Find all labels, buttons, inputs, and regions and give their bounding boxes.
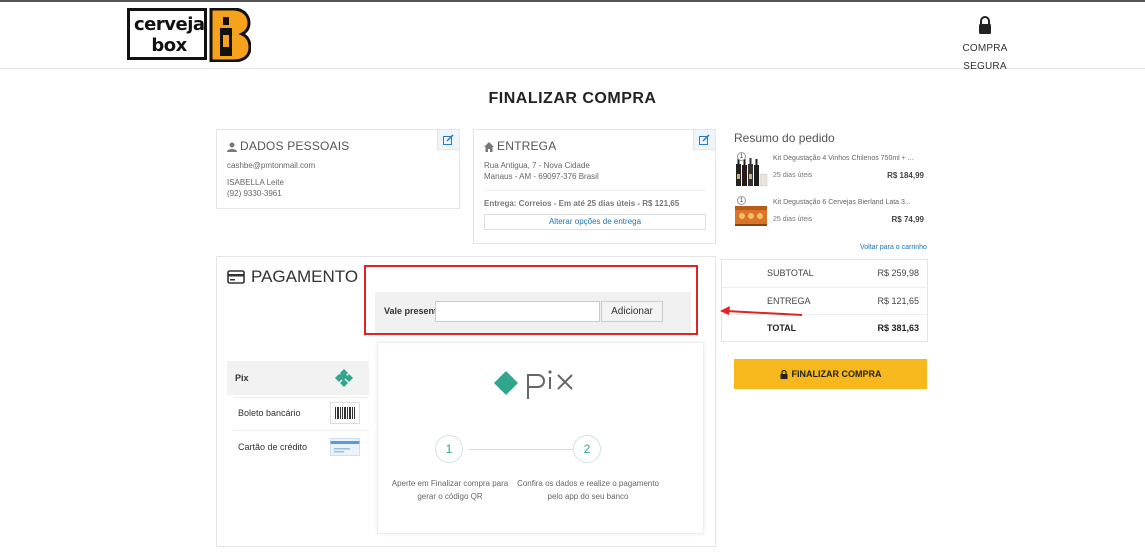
delivery-shipping: Entrega: Correios - Em até 25 dias úteis… — [484, 199, 680, 208]
edit-icon — [443, 134, 454, 145]
step-connector — [468, 449, 574, 450]
delivery-divider — [484, 190, 706, 191]
item-price: R$ 184,99 — [887, 171, 924, 180]
method-label: Boleto bancário — [238, 408, 301, 418]
delivery-title-text: ENTREGA — [497, 139, 557, 153]
subtotal-row: SUBTOTAL R$ 259,98 — [722, 260, 927, 287]
finalize-purchase-button[interactable]: FINALIZAR COMPRA — [734, 359, 927, 389]
payment-method-pix[interactable]: Pix — [227, 361, 369, 395]
payment-title-text: PAGAMENTO — [251, 267, 359, 286]
logo-b-icon — [209, 8, 251, 62]
method-label: Cartão de crédito — [238, 442, 308, 452]
credit-card-icon — [330, 436, 360, 458]
item-shipping: 25 dias úteis — [773, 172, 813, 179]
back-to-cart-link[interactable]: Voltar para o carrinho — [860, 244, 927, 251]
edit-delivery-button[interactable] — [693, 130, 715, 150]
edit-personal-button[interactable] — [437, 130, 459, 150]
order-totals: SUBTOTAL R$ 259,98 ENTREGA R$ 121,65 TOT… — [721, 259, 928, 342]
delivery-title: ENTREGA — [484, 139, 556, 153]
payment-method-credit-card[interactable]: Cartão de crédito — [227, 430, 369, 464]
order-summary-title: Resumo do pedido — [734, 131, 835, 145]
step-1-circle: 1 — [435, 435, 463, 463]
voucher-label: Vale presente — [384, 306, 443, 316]
step-2-circle: 2 — [573, 435, 601, 463]
delivery-card: ENTREGA Rua Antigua, 7 - Nova Cidade Man… — [473, 129, 716, 244]
item-qty: 1 — [737, 152, 746, 161]
step-1-text: Aperte em Finalizar compra para gerar o … — [391, 479, 509, 501]
item-name: Kit Degustação 4 Vinhos Chilenos 750ml +… — [773, 155, 914, 162]
logo-box: cerveja box — [127, 8, 207, 60]
item-price: R$ 74,99 — [891, 215, 924, 224]
subtotal-value: R$ 259,98 — [877, 268, 919, 278]
subtotal-label: SUBTOTAL — [767, 268, 814, 278]
user-icon — [227, 142, 237, 152]
method-label: Pix — [235, 373, 249, 383]
voucher-input[interactable] — [435, 301, 600, 322]
step-2-text: Confira os dados e realize o pagamento p… — [517, 479, 659, 501]
item-name: Kit Degustação 6 Cervejas Bierland Lata … — [773, 199, 911, 206]
personal-data-card: DADOS PESSOAIS cashbe@pmtonmail.com ISAB… — [216, 129, 460, 209]
personal-email: cashbe@pmtonmail.com — [227, 161, 316, 170]
home-icon — [484, 142, 494, 152]
total-row: TOTAL R$ 381,63 — [722, 314, 927, 341]
logo[interactable]: cerveja box — [127, 8, 252, 62]
personal-data-title-text: DADOS PESSOAIS — [240, 139, 350, 153]
red-arrow-annotation — [720, 306, 803, 316]
secure-purchase: COMPRA SEGURA — [940, 16, 1030, 74]
logo-line-2: box — [151, 35, 187, 56]
credit-card-icon — [227, 270, 245, 284]
lock-icon — [979, 16, 991, 34]
total-label: TOTAL — [767, 323, 797, 333]
delivery-value: R$ 121,65 — [877, 296, 919, 306]
logo-text: cerveja box — [134, 14, 205, 56]
pix-instructions-panel: 1 2 Aperte em Finalizar compra para gera… — [377, 342, 704, 534]
add-voucher-button[interactable]: Adicionar — [601, 301, 663, 322]
header: cerveja box COMPRA SEGURA — [0, 2, 1145, 72]
payment-title: PAGAMENTO — [227, 267, 358, 287]
logo-line-1: cerveja — [134, 14, 205, 35]
gift-voucher-form: Vale presente Adicionar — [375, 292, 691, 336]
barcode-icon — [330, 402, 360, 424]
finalize-label: FINALIZAR COMPRA — [791, 369, 882, 379]
edit-icon — [699, 134, 710, 145]
pix-logo-icon — [494, 370, 573, 399]
summary-item: 1 Kit Degustação 4 Vinhos Chilenos 750ml… — [734, 152, 929, 192]
change-delivery-options-button[interactable]: Alterar opções de entrega — [484, 214, 706, 230]
item-shipping: 25 dias úteis — [773, 216, 813, 223]
item-qty: 1 — [737, 196, 746, 205]
personal-phone: (92) 9330-3961 — [227, 189, 282, 198]
total-value: R$ 381,63 — [877, 323, 919, 333]
payment-method-boleto[interactable]: Boleto bancário — [227, 396, 369, 430]
lock-icon — [780, 369, 787, 379]
delivery-address-line2: Manaus - AM - 69097-376 Brasil — [484, 172, 599, 181]
summary-item: 1 Kit Degustação 6 Cervejas Bierland Lat… — [734, 196, 929, 236]
page-title: FINALIZAR COMPRA — [488, 90, 657, 107]
personal-data-title: DADOS PESSOAIS — [227, 139, 350, 153]
secure-label: COMPRA SEGURA — [962, 43, 1008, 72]
pix-icon — [331, 367, 357, 389]
